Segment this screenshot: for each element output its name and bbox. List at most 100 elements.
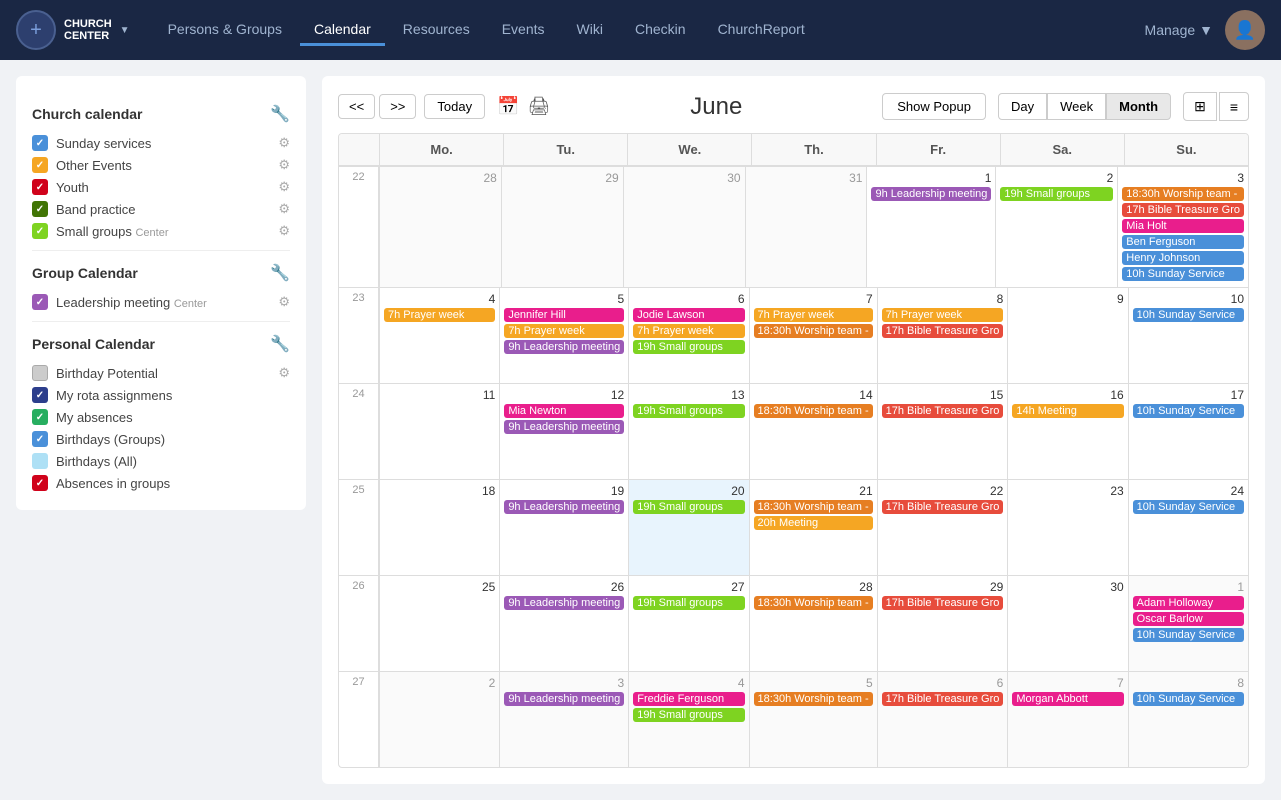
- day-26-jun[interactable]: 26 9h Leadership meeting: [499, 576, 628, 671]
- youth-gear-icon[interactable]: ⚙: [278, 179, 290, 195]
- event-pill[interactable]: 10h Sunday Service: [1122, 267, 1244, 281]
- today-button[interactable]: Today: [424, 94, 485, 119]
- event-pill[interactable]: 18:30h Worship team -: [754, 596, 873, 610]
- day-21-jun[interactable]: 21 18:30h Worship team - 20h Meeting: [749, 480, 877, 575]
- grid-view-icon[interactable]: 📅: [497, 96, 519, 117]
- event-pill[interactable]: Ben Ferguson: [1122, 235, 1244, 249]
- event-pill[interactable]: 9h Leadership meeting: [871, 187, 991, 201]
- event-pill[interactable]: 10h Sunday Service: [1133, 404, 1244, 418]
- church-calendar-wrench-icon[interactable]: 🔧: [270, 104, 290, 124]
- day-6-jun[interactable]: 6 Jodie Lawson 7h Prayer week 19h Small …: [628, 288, 748, 383]
- day-3-jul[interactable]: 3 9h Leadership meeting: [499, 672, 628, 767]
- event-pill[interactable]: 7h Prayer week: [504, 324, 624, 338]
- day-29-jun[interactable]: 29 17h Bible Treasure Gro: [877, 576, 1008, 671]
- event-pill[interactable]: Jennifer Hill: [504, 308, 624, 322]
- event-pill[interactable]: 19h Small groups: [633, 708, 744, 722]
- manage-button[interactable]: Manage ▼: [1145, 22, 1213, 38]
- event-pill[interactable]: 19h Small groups: [633, 404, 744, 418]
- day-3-jun[interactable]: 3 18:30h Worship team - 17h Bible Treasu…: [1117, 167, 1248, 287]
- event-pill[interactable]: 9h Leadership meeting: [504, 500, 624, 514]
- grid-format-button[interactable]: ⊞: [1183, 92, 1217, 121]
- day-22-jun[interactable]: 22 17h Bible Treasure Gro: [877, 480, 1008, 575]
- sidebar-item-leadership-meeting[interactable]: ✓ Leadership meeting Center ⚙: [32, 291, 290, 313]
- event-pill[interactable]: 9h Leadership meeting: [504, 596, 624, 610]
- sunday-services-gear-icon[interactable]: ⚙: [278, 135, 290, 151]
- event-pill[interactable]: 7h Prayer week: [633, 324, 744, 338]
- day-29-may[interactable]: 29: [501, 167, 623, 287]
- day-7-jun[interactable]: 7 7h Prayer week 18:30h Worship team -: [749, 288, 877, 383]
- event-pill[interactable]: Mia Newton: [504, 404, 624, 418]
- prev-button[interactable]: <<: [338, 94, 375, 119]
- day-4-jun[interactable]: 4 7h Prayer week: [379, 288, 499, 383]
- day-9-jun[interactable]: 9: [1007, 288, 1127, 383]
- day-8-jun[interactable]: 8 7h Prayer week 17h Bible Treasure Gro: [877, 288, 1008, 383]
- event-pill[interactable]: 19h Small groups: [1000, 187, 1113, 201]
- event-pill[interactable]: Mia Holt: [1122, 219, 1244, 233]
- list-format-button[interactable]: ≡: [1219, 92, 1249, 121]
- event-pill[interactable]: Henry Johnson: [1122, 251, 1244, 265]
- day-2-jul[interactable]: 2: [379, 672, 499, 767]
- group-calendar-wrench-icon[interactable]: 🔧: [270, 263, 290, 283]
- event-pill[interactable]: 14h Meeting: [1012, 404, 1123, 418]
- month-view-button[interactable]: Month: [1106, 93, 1171, 120]
- nav-churchreport[interactable]: ChurchReport: [704, 15, 819, 46]
- nav-resources[interactable]: Resources: [389, 15, 484, 46]
- event-pill[interactable]: 17h Bible Treasure Gro: [882, 692, 1004, 706]
- day-1-jun[interactable]: 1 9h Leadership meeting: [866, 167, 995, 287]
- day-18-jun[interactable]: 18: [379, 480, 499, 575]
- event-pill[interactable]: 9h Leadership meeting: [504, 692, 624, 706]
- week-view-button[interactable]: Week: [1047, 93, 1106, 120]
- event-pill[interactable]: 18:30h Worship team -: [754, 500, 873, 514]
- event-pill[interactable]: 18:30h Worship team -: [1122, 187, 1244, 201]
- sidebar-item-absences-groups[interactable]: ✓ Absences in groups: [32, 472, 290, 494]
- sidebar-item-band-practice[interactable]: ✓ Band practice ⚙: [32, 198, 290, 220]
- day-1-jul[interactable]: 1 Adam Holloway Oscar Barlow 10h Sunday …: [1128, 576, 1248, 671]
- sidebar-item-youth[interactable]: ✓ Youth ⚙: [32, 176, 290, 198]
- small-groups-gear-icon[interactable]: ⚙: [278, 223, 290, 239]
- day-17-jun[interactable]: 17 10h Sunday Service: [1128, 384, 1248, 479]
- day-7-jul[interactable]: 7 Morgan Abbott: [1007, 672, 1127, 767]
- day-4-jul[interactable]: 4 Freddie Ferguson 19h Small groups: [628, 672, 748, 767]
- nav-checkin[interactable]: Checkin: [621, 15, 700, 46]
- day-14-jun[interactable]: 14 18:30h Worship team -: [749, 384, 877, 479]
- event-pill[interactable]: 9h Leadership meeting: [504, 340, 624, 354]
- day-30-jun[interactable]: 30: [1007, 576, 1127, 671]
- event-pill[interactable]: Oscar Barlow: [1133, 612, 1244, 626]
- event-pill[interactable]: Jodie Lawson: [633, 308, 744, 322]
- show-popup-button[interactable]: Show Popup: [882, 93, 986, 120]
- band-practice-gear-icon[interactable]: ⚙: [278, 201, 290, 217]
- leadership-meeting-gear-icon[interactable]: ⚙: [278, 294, 290, 310]
- event-pill[interactable]: 17h Bible Treasure Gro: [882, 500, 1004, 514]
- event-pill[interactable]: Morgan Abbott: [1012, 692, 1123, 706]
- user-avatar[interactable]: 👤: [1225, 10, 1265, 50]
- day-13-jun[interactable]: 13 19h Small groups: [628, 384, 748, 479]
- event-pill[interactable]: 10h Sunday Service: [1133, 308, 1244, 322]
- event-pill[interactable]: 19h Small groups: [633, 500, 744, 514]
- day-31-may[interactable]: 31: [745, 167, 867, 287]
- day-28-may[interactable]: 28: [379, 167, 501, 287]
- event-pill[interactable]: Adam Holloway: [1133, 596, 1244, 610]
- day-6-jul[interactable]: 6 17h Bible Treasure Gro: [877, 672, 1008, 767]
- event-pill[interactable]: 17h Bible Treasure Gro: [882, 404, 1004, 418]
- event-pill[interactable]: 19h Small groups: [633, 340, 744, 354]
- day-10-jun[interactable]: 10 10h Sunday Service: [1128, 288, 1248, 383]
- day-20-jun[interactable]: 20 19h Small groups: [628, 480, 748, 575]
- event-pill[interactable]: 10h Sunday Service: [1133, 500, 1244, 514]
- day-11-jun[interactable]: 11: [379, 384, 499, 479]
- day-8-jul[interactable]: 8 10h Sunday Service: [1128, 672, 1248, 767]
- event-pill[interactable]: 9h Leadership meeting: [504, 420, 624, 434]
- event-pill[interactable]: 17h Bible Treasure Gro: [882, 596, 1004, 610]
- nav-persons-groups[interactable]: Persons & Groups: [154, 15, 296, 46]
- day-5-jun[interactable]: 5 Jennifer Hill 7h Prayer week 9h Leader…: [499, 288, 628, 383]
- sidebar-item-my-rota[interactable]: ✓ My rota assignmens: [32, 384, 290, 406]
- event-pill[interactable]: 18:30h Worship team -: [754, 692, 873, 706]
- event-pill[interactable]: 19h Small groups: [633, 596, 744, 610]
- other-events-gear-icon[interactable]: ⚙: [278, 157, 290, 173]
- event-pill[interactable]: 17h Bible Treasure Gro: [1122, 203, 1244, 217]
- day-23-jun[interactable]: 23: [1007, 480, 1127, 575]
- day-25-jun[interactable]: 25: [379, 576, 499, 671]
- nav-calendar[interactable]: Calendar: [300, 15, 385, 46]
- day-30-may[interactable]: 30: [623, 167, 745, 287]
- day-5-jul[interactable]: 5 18:30h Worship team -: [749, 672, 877, 767]
- day-12-jun[interactable]: 12 Mia Newton 9h Leadership meeting: [499, 384, 628, 479]
